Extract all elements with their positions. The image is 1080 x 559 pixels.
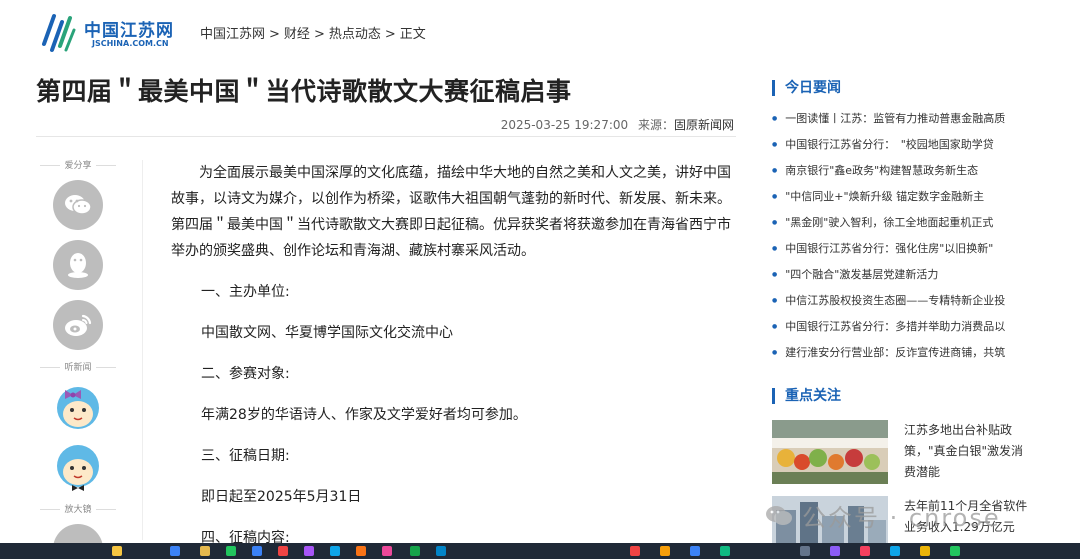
tray-icon[interactable] — [920, 546, 930, 556]
wechat-logo-icon — [766, 505, 792, 525]
today-news-list: 一图读懂丨江苏：监管有力推动普惠金融高质 中国银行江苏省分行： "校园地国家助学… — [772, 106, 1024, 366]
article-paragraph: 即日起至2025年5月31日 — [201, 489, 362, 505]
tray-icon[interactable] — [720, 546, 730, 556]
tray-icon[interactable] — [860, 546, 870, 556]
news-item[interactable]: 中信江苏股权投资生态圈——专精特新企业投 — [772, 288, 1024, 314]
male-voice-avatar-icon — [57, 445, 99, 491]
column-divider — [142, 160, 143, 540]
title-divider — [36, 136, 736, 137]
listen-label: 听新闻 — [40, 360, 116, 374]
watermark-text: 公众号 · cnrose — [802, 504, 1001, 532]
tray-icon[interactable] — [800, 546, 810, 556]
logo-text: 中国江苏网 — [84, 21, 174, 41]
qq-icon — [68, 253, 88, 278]
logo-domain: JSCHINA.COM.CN — [92, 39, 169, 48]
breadcrumb-separator: > — [313, 27, 325, 42]
focus-title[interactable]: 江苏多地出台补贴政策，"真金白银"激发消费潜能 — [904, 420, 1032, 483]
article-meta: 2025-03-25 19:27:00 来源：固原新闻网 — [501, 116, 734, 133]
wechat-share-button[interactable] — [53, 180, 103, 230]
news-item[interactable]: "黑金刚"驶入智利，徐工全地面起重机正式 — [772, 210, 1024, 236]
focus-heading: 重点关注 — [772, 388, 841, 404]
folder-icon[interactable] — [200, 546, 210, 556]
article-body: 为全面展示最美中国深厚的文化底蕴，描绘中华大地的自然之美和人文之美，讲好中国故事… — [171, 160, 736, 559]
app-icon[interactable] — [436, 546, 446, 556]
wechat-icon — [65, 195, 92, 215]
wechat-app-icon[interactable] — [410, 546, 420, 556]
source-label: 来源： — [637, 118, 674, 132]
section-heading: 二、参赛对象: — [201, 366, 290, 382]
article-datetime: 2025-03-25 19:27:00 — [500, 118, 629, 132]
qq-share-button[interactable] — [53, 240, 103, 290]
start-icon[interactable] — [170, 546, 180, 556]
zoom-label: 放大镜 — [40, 502, 116, 516]
focus-thumbnail[interactable] — [772, 420, 888, 484]
weibo-share-button[interactable] — [53, 300, 103, 350]
share-panel: 爱分享 听新闻 放大镜 — [40, 158, 116, 559]
share-label: 爱分享 — [40, 158, 116, 172]
breadcrumb-current: 正文 — [399, 27, 426, 42]
app-icon[interactable] — [356, 546, 366, 556]
tray-icon[interactable] — [690, 546, 700, 556]
news-item[interactable]: 建行淮安分行营业部：反诈宣传进商铺，共筑 — [772, 340, 1024, 366]
focus-item[interactable]: 江苏多地出台补贴政策，"真金白银"激发消费潜能 — [772, 420, 1034, 488]
market-produce-image — [772, 420, 888, 484]
site-logo[interactable]: 中国江苏网 JSCHINA.COM.CN — [40, 10, 180, 54]
tray-icon[interactable] — [890, 546, 900, 556]
weather-icon[interactable] — [112, 546, 122, 556]
app-icon[interactable] — [382, 546, 392, 556]
weibo-icon — [65, 314, 92, 336]
source-name[interactable]: 固原新闻网 — [674, 118, 734, 132]
tray-icon[interactable] — [660, 546, 670, 556]
article-paragraph: 年满28岁的华语诗人、作家及文学爱好者均可参加。 — [201, 407, 527, 423]
app-icon[interactable] — [226, 546, 236, 556]
news-item[interactable]: 南京银行"鑫e政务"构建智慧政务新生态 — [772, 158, 1024, 184]
wechat-watermark: 公众号 · cnrose — [764, 498, 1001, 533]
breadcrumb-finance[interactable]: 财经 — [284, 27, 310, 42]
article-title: 第四届＂最美中国＂当代诗歌散文大赛征稿启事 — [36, 77, 572, 106]
tray-icon[interactable] — [950, 546, 960, 556]
article-paragraph: 为全面展示最美中国深厚的文化底蕴，描绘中华大地的自然之美和人文之美，讲好中国故事… — [171, 165, 731, 259]
breadcrumb-separator: > — [384, 27, 396, 42]
os-taskbar — [0, 543, 1080, 559]
news-item[interactable]: "四个融合"激发基层党建新活力 — [772, 262, 1024, 288]
breadcrumb-home[interactable]: 中国江苏网 — [200, 27, 265, 42]
browser-icon[interactable] — [330, 546, 340, 556]
news-item[interactable]: 中国银行江苏省分行：强化住房"以旧换新" — [772, 236, 1024, 262]
site-header: 中国江苏网 JSCHINA.COM.CN 中国江苏网 > 财经 > 热点动态 > 正文 — [0, 0, 1080, 62]
listen-voice-female-button[interactable] — [53, 382, 103, 432]
app-icon[interactable] — [252, 546, 262, 556]
news-item[interactable]: 中国银行江苏省分行： "校园地国家助学贷 — [772, 132, 1024, 158]
news-item[interactable]: "中信同业+"焕新升级 锚定数字金融新主 — [772, 184, 1024, 210]
news-item[interactable]: 中国银行江苏省分行：多措并举助力消费品以 — [772, 314, 1024, 340]
article-paragraph: 中国散文网、华夏博学国际文化交流中心 — [201, 325, 453, 341]
breadcrumb: 中国江苏网 > 财经 > 热点动态 > 正文 — [200, 23, 430, 42]
app-icon[interactable] — [278, 546, 288, 556]
listen-voice-male-button[interactable] — [53, 442, 103, 492]
breadcrumb-separator: > — [269, 27, 280, 42]
today-news-heading: 今日要闻 — [772, 80, 841, 96]
breadcrumb-hot-news[interactable]: 热点动态 — [329, 27, 381, 42]
female-voice-avatar-icon — [57, 387, 99, 429]
section-heading: 一、主办单位: — [201, 284, 290, 300]
logo-mark-icon — [42, 14, 76, 52]
news-item[interactable]: 一图读懂丨江苏：监管有力推动普惠金融高质 — [772, 106, 1024, 132]
section-heading: 三、征稿日期: — [201, 448, 290, 464]
tray-icon[interactable] — [830, 546, 840, 556]
tray-icon[interactable] — [630, 546, 640, 556]
app-icon[interactable] — [304, 546, 314, 556]
